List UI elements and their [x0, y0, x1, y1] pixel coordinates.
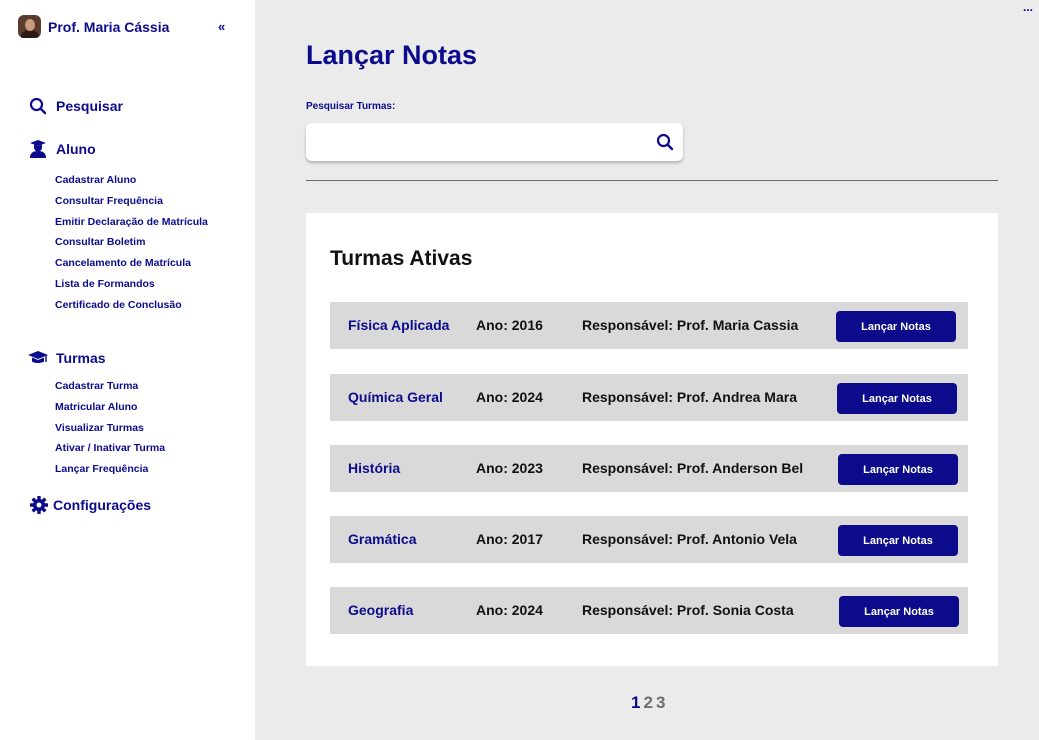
class-responsible: Responsável: Prof. Maria Cassia [582, 317, 799, 333]
class-row: História Ano: 2023 Responsável: Prof. An… [330, 445, 968, 492]
lancar-notas-button[interactable]: Lançar Notas [838, 454, 958, 485]
page-title: Lançar Notas [306, 40, 478, 70]
search-box [306, 123, 683, 161]
sidebar-item-pesquisar[interactable]: Pesquisar [28, 97, 123, 115]
search-icon [28, 97, 48, 115]
sidebar-item-label: Turmas [56, 350, 106, 366]
class-name: Química Geral [348, 389, 443, 405]
submenu-item[interactable]: Certificado de Conclusão [55, 295, 208, 316]
search-icon[interactable] [656, 133, 674, 151]
sidebar-item-configuracoes[interactable]: Configurações [29, 496, 151, 514]
graduation-cap-icon [28, 349, 48, 367]
lancar-notas-button[interactable]: Lançar Notas [838, 525, 958, 556]
class-responsible: Responsável: Prof. Anderson Bel [582, 460, 804, 476]
class-row: Física Aplicada Ano: 2016 Responsável: P… [330, 302, 968, 349]
sidebar-item-turmas[interactable]: Turmas [28, 349, 106, 367]
class-name: História [348, 460, 401, 476]
submenu-item[interactable]: Matricular Aluno [55, 397, 165, 418]
turmas-submenu: Cadastrar Turma Matricular Aluno Visuali… [55, 376, 165, 480]
class-name: Gramática [348, 531, 417, 547]
class-year: Ano: 2024 [476, 389, 543, 405]
class-name: Física Aplicada [348, 317, 450, 333]
submenu-item[interactable]: Cancelamento de Matrícula [55, 253, 208, 274]
class-year: Ano: 2017 [476, 531, 543, 547]
sidebar-item-label: Aluno [56, 141, 96, 157]
class-row: Química Geral Ano: 2024 Responsável: Pro… [330, 374, 968, 421]
page-link[interactable]: 3 [656, 693, 665, 713]
submenu-item[interactable]: Emitir Declaração de Matrícula [55, 212, 208, 233]
class-year: Ano: 2023 [476, 460, 543, 476]
divider [306, 180, 998, 181]
aluno-submenu: Cadastrar Aluno Consultar Frequência Emi… [55, 170, 208, 316]
lancar-notas-button[interactable]: Lançar Notas [839, 596, 959, 627]
sidebar-item-label: Pesquisar [56, 98, 123, 114]
search-input[interactable] [316, 129, 636, 155]
submenu-item[interactable]: Consultar Boletim [55, 232, 208, 253]
submenu-item[interactable]: Visualizar Turmas [55, 418, 165, 439]
class-year: Ano: 2024 [476, 602, 543, 618]
pagination: 1 2 3 [631, 693, 665, 713]
student-icon [28, 140, 48, 158]
submenu-item[interactable]: Consultar Frequência [55, 191, 208, 212]
page-link-current[interactable]: 1 [631, 693, 640, 713]
sidebar: Prof. Maria Cássia « Pesquisar Aluno Cad… [0, 0, 255, 740]
class-row: Geografia Ano: 2024 Responsável: Prof. S… [330, 587, 968, 634]
gear-icon [29, 496, 49, 514]
submenu-item[interactable]: Ativar / Inativar Turma [55, 438, 165, 459]
collapse-sidebar-icon[interactable]: « [218, 19, 225, 34]
search-label: Pesquisar Turmas: [306, 101, 396, 112]
submenu-item[interactable]: Cadastrar Turma [55, 376, 165, 397]
active-classes-panel: Turmas Ativas Física Aplicada Ano: 2016 … [306, 213, 998, 666]
panel-title: Turmas Ativas [330, 247, 473, 270]
sidebar-item-label: Configurações [53, 497, 152, 513]
class-responsible: Responsável: Prof. Sonia Costa [582, 602, 794, 618]
class-responsible: Responsável: Prof. Antonio Vela [582, 531, 797, 547]
class-responsible: Responsável: Prof. Andrea Mara [582, 389, 797, 405]
submenu-item[interactable]: Lançar Frequência [55, 459, 165, 480]
page-link[interactable]: 2 [643, 693, 652, 713]
class-name: Geografia [348, 602, 414, 618]
more-options-icon[interactable]: ... [1023, 0, 1033, 14]
user-profile[interactable]: Prof. Maria Cássia [18, 15, 169, 38]
sidebar-item-aluno[interactable]: Aluno [28, 140, 96, 158]
class-year: Ano: 2016 [476, 317, 543, 333]
submenu-item[interactable]: Cadastrar Aluno [55, 170, 208, 191]
class-row: Gramática Ano: 2017 Responsável: Prof. A… [330, 516, 968, 563]
lancar-notas-button[interactable]: Lançar Notas [836, 311, 956, 342]
lancar-notas-button[interactable]: Lançar Notas [837, 383, 957, 414]
avatar [18, 15, 41, 38]
submenu-item[interactable]: Lista de Formandos [55, 274, 208, 295]
profile-name: Prof. Maria Cássia [48, 18, 170, 35]
